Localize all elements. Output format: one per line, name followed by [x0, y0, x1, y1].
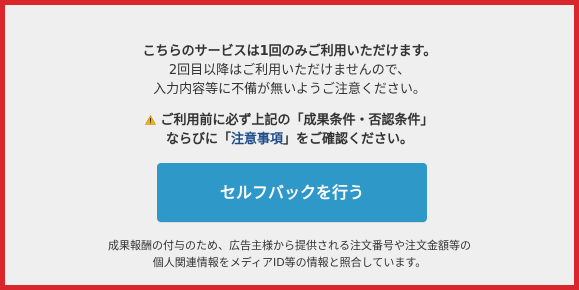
footnote-line-2: 個人関連情報をメディアID等の情報と照合しています。 [152, 256, 427, 269]
warning-line-2-after: 」をご確認ください。 [283, 132, 414, 147]
selfback-button[interactable]: セルフバックを行う [157, 163, 427, 222]
usage-notice: こちらのサービスは1回のみご利用いただけます。 2回目以降はご利用いただけません… [10, 42, 569, 99]
confirmation-warning: ご利用前に必ず上記の「成果条件・否認条件」 ならびに「注意事項」をご確認ください… [10, 111, 569, 149]
privacy-footnote: 成果報酬の付与のため、広告主様から提供される注文番号や注文金額等の 個人関連情報… [10, 237, 569, 271]
warning-line-2-before: ならびに「 [165, 132, 231, 147]
notice-line-3: 入力内容等に不備が無いようご注意ください。 [153, 82, 426, 97]
notice-line-1: こちらのサービスは1回のみご利用いただけます。 [142, 44, 437, 59]
warning-icon [145, 115, 157, 125]
warning-line-1-text: ご利用前に必ず上記の「成果条件・否認条件」 [160, 113, 434, 128]
warning-line-2: ならびに「注意事項」をご確認ください。 [10, 130, 569, 149]
warning-line-1: ご利用前に必ず上記の「成果条件・否認条件」 [10, 111, 569, 130]
notes-link[interactable]: 注意事項 [231, 132, 283, 147]
footnote-line-1: 成果報酬の付与のため、広告主様から提供される注文番号や注文金額等の [108, 239, 471, 252]
selfback-panel: こちらのサービスは1回のみご利用いただけます。 2回目以降はご利用いただけません… [0, 0, 579, 290]
notice-line-2: 2回目以降はご利用いただけませんので、 [168, 63, 411, 78]
panel-content: こちらのサービスは1回のみご利用いただけます。 2回目以降はご利用いただけません… [10, 10, 569, 280]
